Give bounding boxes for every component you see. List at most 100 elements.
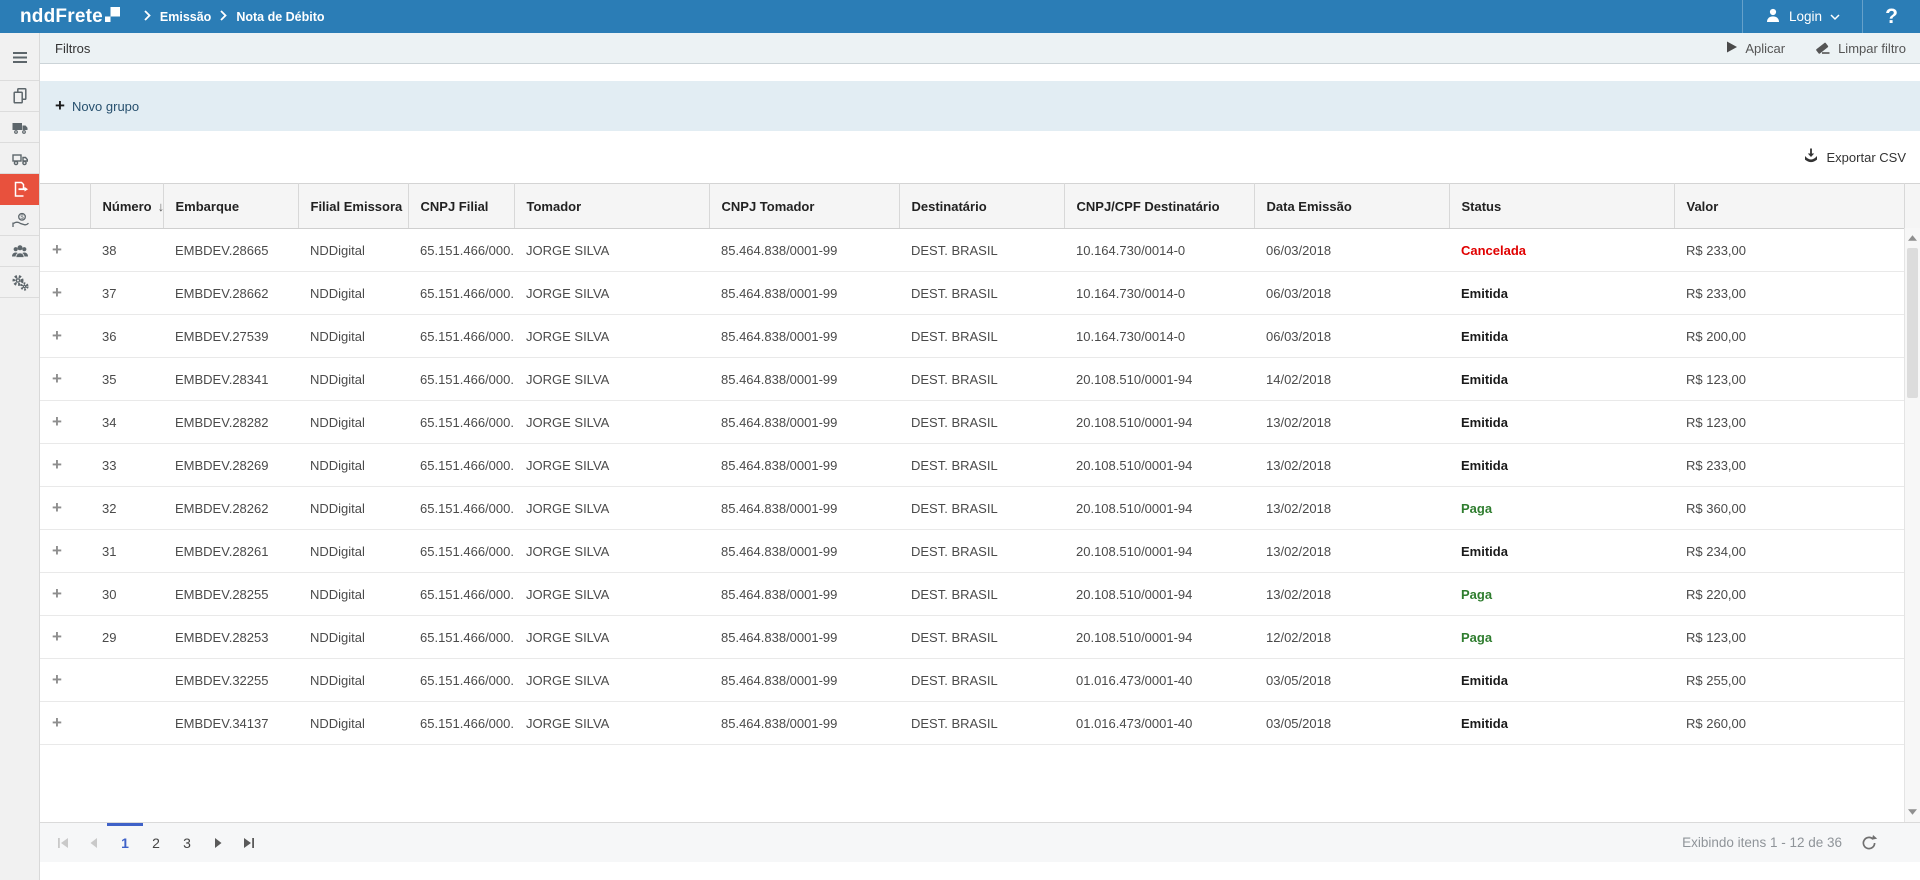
- column-header-embarque[interactable]: Embarque: [163, 184, 298, 229]
- expand-cell: +: [40, 659, 90, 702]
- table-row[interactable]: +EMBDEV.34137NDDigital65.151.466/000...J…: [40, 702, 1920, 745]
- expand-row-button[interactable]: +: [52, 541, 62, 560]
- cell-cnpj_tomador: 85.464.838/0001-99: [709, 616, 899, 659]
- cell-filial_emissora: NDDigital: [298, 315, 408, 358]
- sidebar-item-debit-note-emission[interactable]: [0, 174, 39, 205]
- sidebar-item-users[interactable]: [0, 236, 39, 267]
- app-logo[interactable]: nddFrete: [20, 6, 120, 28]
- scroll-up-button[interactable]: [1905, 230, 1920, 246]
- table-row[interactable]: +31EMBDEV.28261NDDigital65.151.466/000..…: [40, 530, 1920, 573]
- column-header-cnpj_cpf_destinatario[interactable]: CNPJ/CPF Destinatário: [1064, 184, 1254, 229]
- cell-valor: R$ 233,00: [1674, 444, 1904, 487]
- export-csv-button[interactable]: Exportar CSV: [1802, 147, 1906, 167]
- grouping-band: + Novo grupo: [40, 81, 1920, 131]
- expand-row-button[interactable]: +: [52, 326, 62, 345]
- sidebar-item-truck-trailer[interactable]: [0, 143, 39, 174]
- column-header-data_emissao[interactable]: Data Emissão: [1254, 184, 1449, 229]
- page-button-2[interactable]: 2: [147, 835, 165, 851]
- cell-data_emissao: 13/02/2018: [1254, 487, 1449, 530]
- page-button-3[interactable]: 3: [178, 835, 196, 851]
- truck-icon: [11, 118, 29, 136]
- cell-destinatario: DEST. BRASIL: [899, 530, 1064, 573]
- sidebar-item-payment[interactable]: $: [0, 205, 39, 236]
- expand-row-button[interactable]: +: [52, 369, 62, 388]
- cell-cnpj_tomador: 85.464.838/0001-99: [709, 358, 899, 401]
- next-page-button[interactable]: [209, 835, 227, 851]
- login-label: Login: [1789, 9, 1822, 24]
- column-header-cnpj_tomador[interactable]: CNPJ Tomador: [709, 184, 899, 229]
- cell-cnpj_cpf_destinatario: 20.108.510/0001-94: [1064, 530, 1254, 573]
- breadcrumb-item-emissao[interactable]: Emissão: [160, 10, 211, 24]
- table-row[interactable]: +EMBDEV.32255NDDigital65.151.466/000...J…: [40, 659, 1920, 702]
- column-header-numero[interactable]: Número↓: [90, 184, 163, 229]
- cell-numero: 29: [90, 616, 163, 659]
- cell-cnpj_tomador: 85.464.838/0001-99: [709, 573, 899, 616]
- column-header-filial_emissora[interactable]: Filial Emissora: [298, 184, 408, 229]
- sidebar-item-menu[interactable]: [0, 33, 39, 81]
- play-icon: [1726, 41, 1738, 56]
- cell-tomador: JORGE SILVA: [514, 444, 709, 487]
- scroll-down-button[interactable]: [1905, 804, 1920, 820]
- sidebar-item-truck[interactable]: [0, 112, 39, 143]
- expand-row-button[interactable]: +: [52, 412, 62, 431]
- cell-valor: R$ 123,00: [1674, 358, 1904, 401]
- vertical-scrollbar[interactable]: [1904, 228, 1920, 822]
- breadcrumb-item-nota-de-debito[interactable]: Nota de Débito: [236, 10, 324, 24]
- column-header-valor[interactable]: Valor: [1674, 184, 1904, 229]
- expand-row-button[interactable]: +: [52, 498, 62, 517]
- cell-status: Emitida: [1449, 358, 1674, 401]
- cell-tomador: JORGE SILVA: [514, 702, 709, 745]
- column-header-destinatario[interactable]: Destinatário: [899, 184, 1064, 229]
- column-header-tomador[interactable]: Tomador: [514, 184, 709, 229]
- cell-tomador: JORGE SILVA: [514, 573, 709, 616]
- column-header-cnpj_filial[interactable]: CNPJ Filial: [408, 184, 514, 229]
- table-row[interactable]: +37EMBDEV.28662NDDigital65.151.466/000..…: [40, 272, 1920, 315]
- sidebar-item-settings[interactable]: [0, 267, 39, 298]
- new-group-label: Novo grupo: [72, 99, 139, 114]
- cell-valor: R$ 360,00: [1674, 487, 1904, 530]
- table-row[interactable]: +35EMBDEV.28341NDDigital65.151.466/000..…: [40, 358, 1920, 401]
- table-row[interactable]: +33EMBDEV.28269NDDigital65.151.466/000..…: [40, 444, 1920, 487]
- prev-page-button[interactable]: [85, 835, 103, 851]
- expand-row-button[interactable]: +: [52, 713, 62, 732]
- chevron-down-icon: [1830, 9, 1840, 24]
- sidebar: $: [0, 33, 40, 880]
- expand-row-button[interactable]: +: [52, 584, 62, 603]
- expand-row-button[interactable]: +: [52, 627, 62, 646]
- new-group-button[interactable]: + Novo grupo: [55, 99, 139, 114]
- table-row[interactable]: +38EMBDEV.28665NDDigital65.151.466/000..…: [40, 229, 1920, 272]
- table-row[interactable]: +30EMBDEV.28255NDDigital65.151.466/000..…: [40, 573, 1920, 616]
- grid-header-row: Número↓EmbarqueFilial EmissoraCNPJ Filia…: [40, 184, 1920, 229]
- apply-filter-button[interactable]: Aplicar: [1726, 39, 1785, 58]
- download-icon: [1802, 147, 1820, 167]
- sidebar-item-documents[interactable]: [0, 81, 39, 112]
- cell-cnpj_filial: 65.151.466/000...: [408, 315, 514, 358]
- expand-row-button[interactable]: +: [52, 455, 62, 474]
- cell-numero: 38: [90, 229, 163, 272]
- cell-numero: 33: [90, 444, 163, 487]
- cell-data_emissao: 13/02/2018: [1254, 444, 1449, 487]
- cell-cnpj_cpf_destinatario: 20.108.510/0001-94: [1064, 444, 1254, 487]
- help-button[interactable]: ?: [1862, 0, 1920, 33]
- last-page-button[interactable]: [240, 835, 258, 851]
- page-button-1[interactable]: 1: [116, 835, 134, 851]
- expand-row-button[interactable]: +: [52, 283, 62, 302]
- clear-filter-button[interactable]: Limpar filtro: [1813, 39, 1906, 58]
- cell-cnpj_tomador: 85.464.838/0001-99: [709, 702, 899, 745]
- table-row[interactable]: +32EMBDEV.28262NDDigital65.151.466/000..…: [40, 487, 1920, 530]
- expand-row-button[interactable]: +: [52, 240, 62, 259]
- cell-data_emissao: 03/05/2018: [1254, 702, 1449, 745]
- main-content: Filtros Aplicar Limpar filtro + Novo gru…: [40, 33, 1920, 880]
- first-page-button[interactable]: [54, 835, 72, 851]
- help-icon: ?: [1885, 5, 1898, 29]
- table-row[interactable]: +34EMBDEV.28282NDDigital65.151.466/000..…: [40, 401, 1920, 444]
- table-row[interactable]: +29EMBDEV.28253NDDigital65.151.466/000..…: [40, 616, 1920, 659]
- refresh-button[interactable]: [1860, 834, 1878, 852]
- login-button[interactable]: Login: [1742, 0, 1862, 33]
- cell-valor: R$ 234,00: [1674, 530, 1904, 573]
- expand-row-button[interactable]: +: [52, 670, 62, 689]
- scrollbar-thumb[interactable]: [1907, 248, 1918, 398]
- table-row[interactable]: +36EMBDEV.27539NDDigital65.151.466/000..…: [40, 315, 1920, 358]
- column-header-status[interactable]: Status: [1449, 184, 1674, 229]
- cell-cnpj_cpf_destinatario: 20.108.510/0001-94: [1064, 401, 1254, 444]
